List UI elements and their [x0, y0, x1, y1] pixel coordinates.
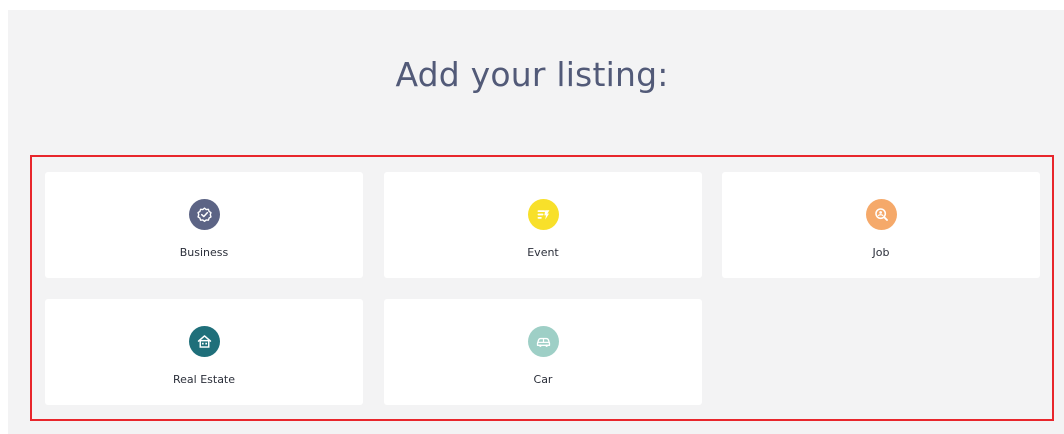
listing-card-event[interactable]: Event	[384, 172, 702, 278]
listing-card-real-estate[interactable]: Real Estate	[45, 299, 363, 405]
house-icon	[188, 326, 220, 357]
card-label: Car	[533, 373, 553, 386]
card-label: Job	[872, 246, 890, 259]
card-label: Real Estate	[172, 373, 236, 386]
car-icon	[527, 326, 559, 357]
ticket-icon	[527, 199, 559, 230]
listing-card-job[interactable]: Job	[722, 172, 1040, 278]
listing-card-car[interactable]: Car	[384, 299, 702, 405]
magnifier-person-icon	[865, 199, 897, 230]
listing-card-business[interactable]: Business	[45, 172, 363, 278]
card-label: Business	[179, 246, 229, 259]
page-title: Add your listing:	[395, 55, 669, 94]
card-label: Event	[527, 246, 559, 259]
verified-badge-icon	[188, 199, 220, 230]
